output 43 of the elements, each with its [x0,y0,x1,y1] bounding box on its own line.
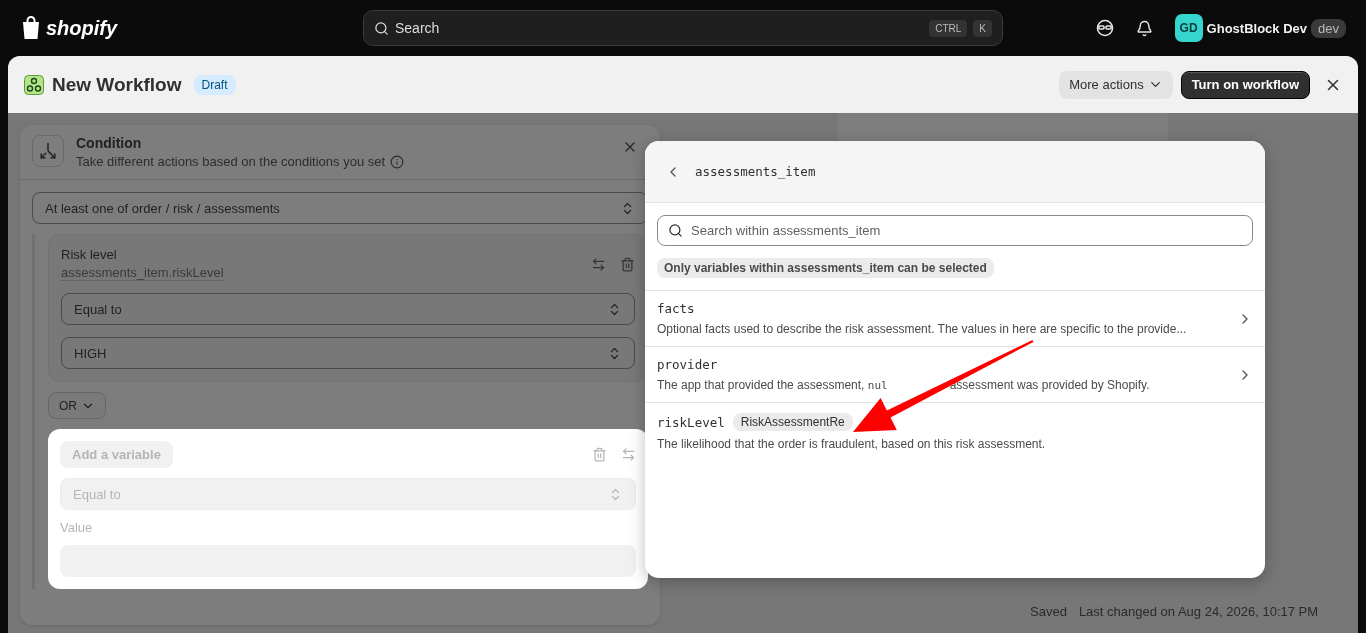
shopping-bag-icon [20,16,42,40]
search-icon [374,20,389,36]
variable-description: The app that provided the assessment, nul assessment was provided by Shopify. [657,378,1151,392]
split-icon [32,135,64,167]
variable-description: Optional facts used to describe the risk assessment. The values in here are specific to the provide... [657,322,1188,336]
key-hint: CTRL [929,19,968,37]
store-badge: dev [1311,18,1346,38]
turn-on-button[interactable]: Turn on workflow [1180,70,1310,99]
status-badge: Draft [193,74,236,95]
variable-description: The likelihood that the order is fraudulent, based on this risk assessment. [657,437,1047,451]
swap-button[interactable] [591,256,606,272]
workflow-icon [24,74,44,95]
more-actions-button[interactable]: More actions [1059,70,1173,99]
variable-name: riskLevel [657,414,725,430]
type-tag: RiskAssessmentRe [732,413,853,431]
user-name: GhostBlock Dev [1206,20,1308,36]
value-label: Value [60,520,94,535]
save-status: Saved [1030,603,1067,619]
picker-title: assessments_item [695,164,816,179]
variable-name: facts [657,301,695,316]
last-changed-text: Last changed on Aug 24, 2026, 10:17 PM [1078,603,1319,619]
scope-hint: Only variables within assessments_item can be selected [657,258,994,278]
search-field[interactable]: Search within assessments_item [657,215,1253,246]
delete-button[interactable] [592,447,607,462]
operator-select[interactable]: Equal to [61,293,635,325]
value-select[interactable]: HIGH [61,337,635,369]
panel-title: Condition [76,135,143,151]
info-icon [390,154,405,169]
panel-subtitle: Take different actions based on the conditions you set [76,154,386,169]
variable-name: provider [657,357,718,372]
swap-button[interactable] [621,447,636,462]
workflow-title: New Workflow [52,73,182,96]
search-field[interactable]: Search CTRL K [363,10,1003,46]
rule-label: Risk level [61,247,118,262]
user-avatar[interactable]: GD [1174,14,1203,42]
bell-icon[interactable] [1135,19,1153,37]
logo-text: shopify [46,16,118,40]
variable-item[interactable]: facts Optional facts used to describe the risk assessment. The values in here are specific to the provide... [645,290,1265,346]
or-button[interactable]: OR [48,392,106,419]
delete-button[interactable] [620,256,635,272]
key-hint: K [973,19,992,37]
search-icon [668,223,683,238]
glasses-icon[interactable] [1095,19,1114,37]
